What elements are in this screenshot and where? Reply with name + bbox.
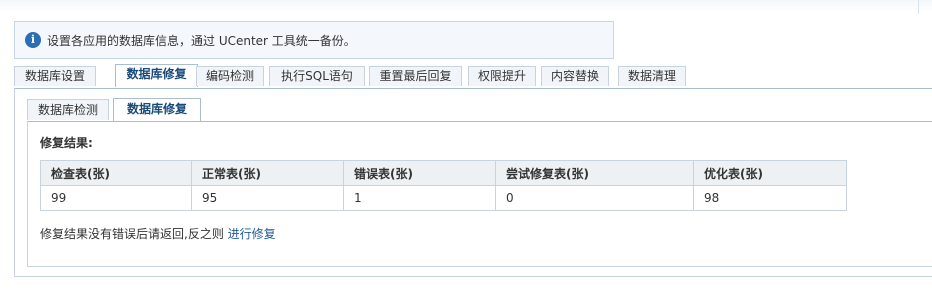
cell-optimized-count: 98	[693, 185, 847, 211]
cell-normal-count: 95	[191, 185, 344, 211]
tab-content-replace[interactable]: 内容替换	[541, 66, 609, 86]
corner-divider	[918, 0, 921, 14]
notice-box: i 设置各应用的数据库信息，通过 UCenter 工具统一备份。	[14, 21, 614, 59]
repair-link[interactable]: 进行修复	[228, 227, 276, 241]
tab-encoding-check[interactable]: 编码检测	[196, 66, 264, 86]
cell-repaired-count: 0	[495, 185, 694, 211]
cell-error-count: 1	[343, 185, 496, 211]
tab-reset-last-reply[interactable]: 重置最后回复	[369, 66, 462, 86]
sub-tabs: 数据库检测 数据库修复	[27, 98, 932, 121]
notice-text: 设置各应用的数据库信息，通过 UCenter 工具统一备份。	[47, 33, 356, 48]
tab-execute-sql[interactable]: 执行SQL语句	[269, 66, 365, 86]
tab-db-settings[interactable]: 数据库设置	[14, 66, 96, 86]
section-title: 修复结果:	[40, 136, 93, 150]
header-optimized-tables: 优化表(张)	[693, 160, 847, 186]
repair-result-table: 检查表(张) 正常表(张) 错误表(张) 尝试修复表(张) 优化表(张) 99 …	[40, 160, 847, 211]
footer-note: 修复结果没有错误后请返回,反之则 进行修复	[40, 225, 276, 242]
table-row: 99 95 1 0 98	[40, 185, 847, 211]
subtab-db-repair[interactable]: 数据库修复	[113, 98, 201, 121]
tab-db-repair[interactable]: 数据库修复	[115, 64, 198, 87]
table-header-row: 检查表(张) 正常表(张) 错误表(张) 尝试修复表(张) 优化表(张)	[40, 160, 847, 186]
footer-text: 修复结果没有错误后请返回,反之则	[40, 227, 224, 241]
tab-data-cleanup[interactable]: 数据清理	[618, 66, 686, 86]
top-strip	[0, 0, 932, 12]
header-repaired-tables: 尝试修复表(张)	[495, 160, 694, 186]
header-normal-tables: 正常表(张)	[191, 160, 344, 186]
header-error-tables: 错误表(张)	[343, 160, 496, 186]
info-icon: i	[25, 32, 41, 48]
cell-checked-count: 99	[40, 185, 192, 211]
header-checked-tables: 检查表(张)	[40, 160, 192, 186]
subtab-db-check[interactable]: 数据库检测	[27, 99, 109, 120]
tab-privilege-escalation[interactable]: 权限提升	[468, 66, 536, 86]
main-tabs: 数据库设置 数据库修复 编码检测 执行SQL语句 重置最后回复 权限提升 内容替…	[14, 64, 932, 88]
